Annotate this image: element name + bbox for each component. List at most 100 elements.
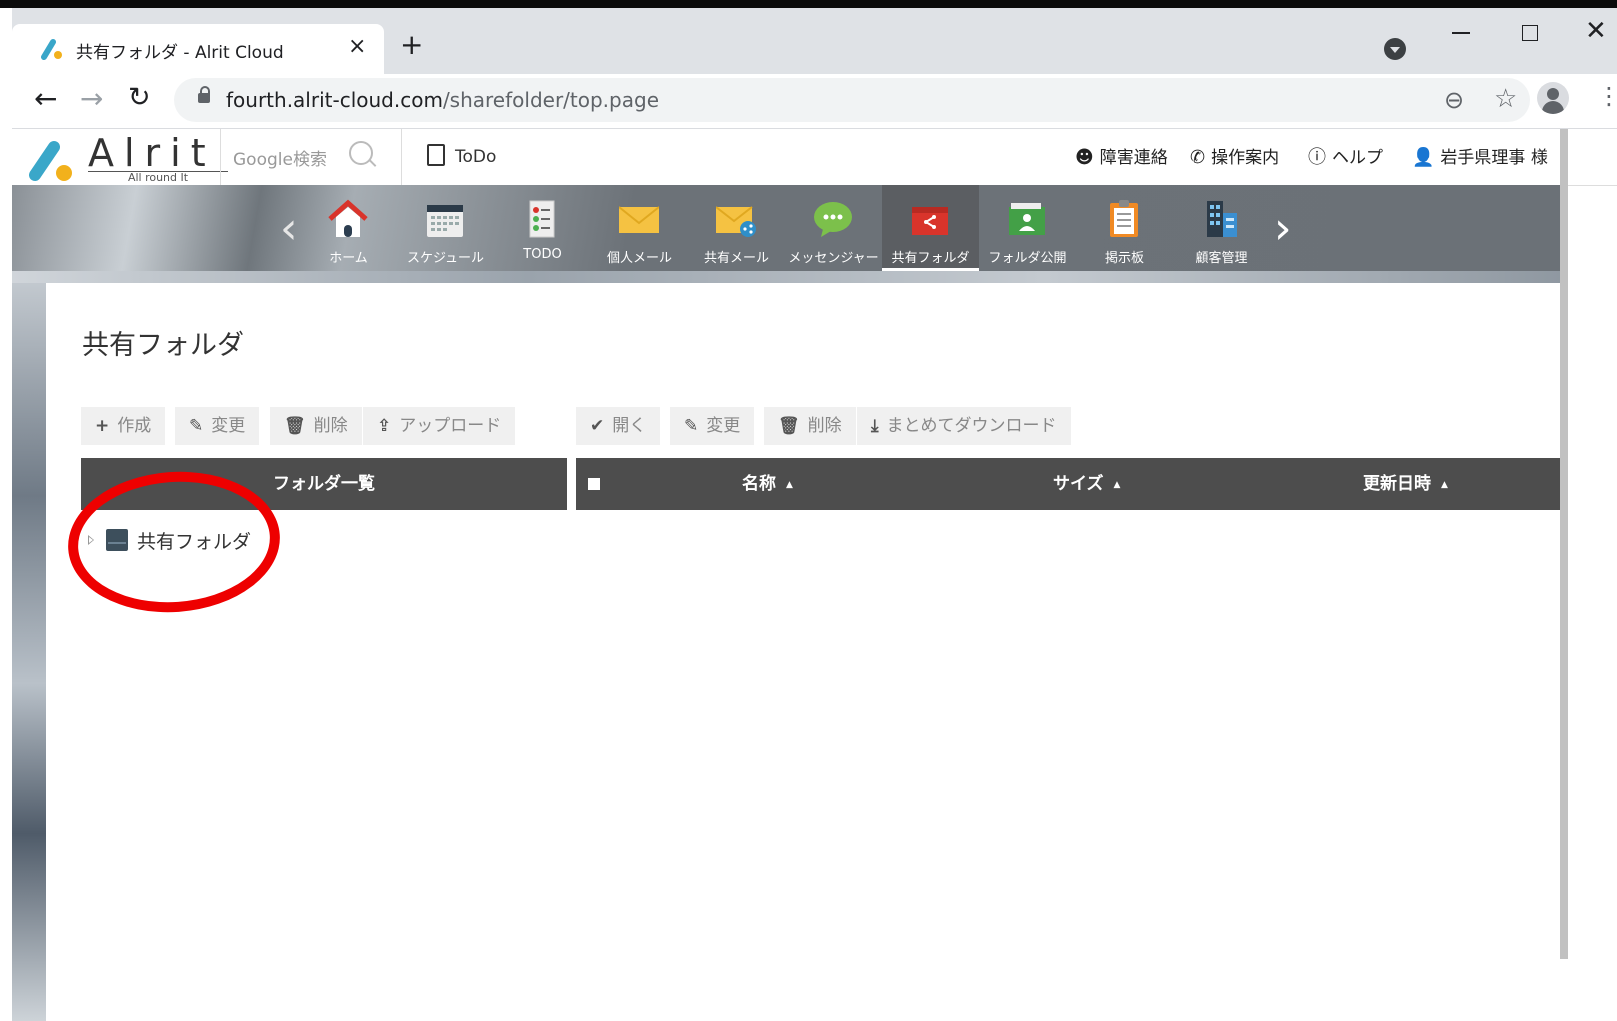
column-size-header[interactable]: サイズ ▲: [1053, 458, 1120, 511]
nav-label: スケジュール: [406, 251, 485, 266]
column-size-label: サイズ: [1053, 474, 1104, 494]
alrit-logo[interactable]: Alrit All round It: [26, 131, 228, 184]
alrit-logo-mark-icon: [29, 141, 72, 181]
forward-arrow-icon[interactable]: →: [80, 82, 103, 115]
download-icon: ⤓: [871, 416, 879, 436]
column-name-header[interactable]: 名称 ▲: [742, 458, 793, 511]
chat-bubble-icon: [814, 202, 852, 237]
new-tab-button[interactable]: +: [400, 30, 423, 60]
guide-link[interactable]: ✆ 操作案内: [1190, 143, 1279, 168]
page-title: 共有フォルダ: [82, 330, 244, 361]
lock-icon: [198, 86, 210, 103]
nav-item-bulletin-board[interactable]: 掲示板: [1076, 185, 1173, 271]
create-label: 作成: [117, 416, 152, 436]
bookmark-star-icon[interactable]: ☆: [1494, 84, 1517, 114]
clipboard-icon: [1110, 200, 1138, 237]
url-host: fourth.alrit-cloud.com: [226, 88, 443, 112]
nav-label: TODO: [523, 247, 562, 262]
nav-item-customer-management[interactable]: 顧客管理: [1173, 185, 1270, 271]
nav-label: 共有メール: [703, 251, 769, 266]
app-nav-bar: ‹ ホーム スケジュール TODO 個人メール 共有メール メッセンジャー 共有…: [12, 185, 1560, 271]
nav-item-folder-publish[interactable]: フォルダ公開: [979, 185, 1076, 271]
delete-folder-button[interactable]: 🗑 削除: [270, 407, 362, 445]
url-path: /sharefolder/top.page: [442, 88, 659, 112]
column-updated-header[interactable]: 更新日時 ▲: [1363, 458, 1448, 511]
file-list-header: 名称 ▲ サイズ ▲ 更新日時 ▲: [576, 458, 1560, 510]
guide-label: 操作案内: [1211, 148, 1280, 168]
nav-next-arrow-icon[interactable]: ›: [1274, 203, 1292, 254]
user-name: 岩手県理事 様: [1440, 148, 1548, 168]
google-search-box[interactable]: Google検索: [220, 129, 402, 185]
logo-text: Alrit: [88, 131, 216, 175]
create-folder-button[interactable]: + 作成: [81, 407, 166, 445]
app-header: Alrit All round It Google検索 ToDo ☻ 障害連絡 ✆…: [12, 129, 1617, 186]
nav-label: 掲示板: [1104, 251, 1144, 266]
upload-icon: ⇪: [377, 416, 392, 436]
support-contact-link[interactable]: ☻ 障害連絡: [1075, 143, 1168, 168]
background-image-strip: [12, 271, 1560, 283]
logo-subtitle: All round It: [88, 171, 228, 184]
nav-label: 共有フォルダ: [891, 251, 970, 266]
google-search-input[interactable]: Google検索: [233, 145, 327, 170]
nav-item-home[interactable]: ホーム: [300, 185, 397, 271]
nav-item-schedule[interactable]: スケジュール: [397, 185, 494, 271]
page-scrollbar[interactable]: [1560, 129, 1568, 959]
edit-file-button[interactable]: ✎ 変更: [670, 407, 755, 445]
background-image: [12, 271, 46, 1021]
edit-label: 変更: [211, 416, 246, 436]
back-arrow-icon[interactable]: ←: [34, 82, 57, 115]
help-label: ヘルプ: [1332, 148, 1383, 168]
url-input[interactable]: fourth.alrit-cloud.com/sharefolder/top.p…: [174, 78, 1530, 122]
edit-folder-button[interactable]: ✎ 変更: [175, 407, 260, 445]
nav-item-todo[interactable]: TODO: [494, 185, 591, 271]
alrit-favicon-icon: [41, 39, 62, 60]
open-label: 開く: [612, 416, 647, 436]
nav-item-personal-mail[interactable]: 個人メール: [591, 185, 688, 271]
bulk-download-button[interactable]: ⤓ まとめてダウンロード: [857, 407, 1071, 445]
nav-item-shared-mail[interactable]: 共有メール: [688, 185, 785, 271]
reload-icon[interactable]: ↻: [128, 82, 151, 113]
zoom-out-icon[interactable]: ⊖: [1444, 86, 1464, 114]
select-all-checkbox[interactable]: [588, 478, 600, 490]
browser-menu-icon[interactable]: ⋮: [1597, 82, 1617, 110]
pencil-icon: ✎: [189, 416, 204, 436]
column-name-label: 名称: [742, 474, 776, 494]
minimize-icon[interactable]: [1452, 32, 1470, 34]
home-icon: [328, 199, 368, 237]
calendar-icon: [427, 205, 463, 237]
profile-avatar-icon[interactable]: [1537, 82, 1569, 114]
support-agent-icon: ☻: [1075, 147, 1094, 168]
url-text: fourth.alrit-cloud.com/sharefolder/top.p…: [226, 88, 659, 112]
open-button[interactable]: ✔ 開く: [576, 407, 661, 445]
user-menu[interactable]: 👤 岩手県理事 様: [1412, 143, 1548, 168]
upload-label: アップロード: [399, 416, 502, 436]
nav-prev-arrow-icon[interactable]: ‹: [280, 203, 298, 254]
nav-item-shared-folder[interactable]: 共有フォルダ: [882, 185, 979, 271]
mail-icon: [619, 206, 659, 233]
todo-label: ToDo: [455, 147, 497, 167]
shared-mail-icon: [716, 206, 756, 237]
address-bar: ← → ↻ fourth.alrit-cloud.com/sharefolder…: [12, 74, 1617, 129]
tab-title: 共有フォルダ - Alrit Cloud: [76, 43, 284, 63]
sort-arrow-icon: ▲: [786, 480, 793, 490]
help-link[interactable]: ⓘ ヘルプ: [1308, 143, 1383, 169]
browser-tab[interactable]: 共有フォルダ - Alrit Cloud ×: [12, 24, 384, 74]
edit-file-label: 変更: [706, 416, 741, 436]
screen-top-edge: [0, 0, 1617, 8]
upload-button[interactable]: ⇪ アップロード: [363, 407, 516, 445]
building-icon: [1207, 201, 1237, 237]
tab-search-icon[interactable]: [1384, 38, 1406, 60]
todo-link[interactable]: ToDo: [427, 144, 496, 167]
column-updated-label: 更新日時: [1363, 474, 1431, 494]
public-folder-icon: [1009, 203, 1045, 235]
tab-close-icon[interactable]: ×: [348, 34, 366, 59]
window-close-icon[interactable]: ✕: [1585, 16, 1607, 46]
search-icon[interactable]: [349, 141, 373, 165]
check-icon: ✔: [590, 416, 605, 436]
delete-file-button[interactable]: 🗑 削除: [764, 407, 856, 445]
nav-label: 顧客管理: [1195, 251, 1248, 266]
maximize-icon[interactable]: [1522, 25, 1538, 41]
nav-label: 個人メール: [606, 251, 672, 266]
nav-item-messenger[interactable]: メッセンジャー: [785, 185, 882, 271]
trash-icon: 🗑: [284, 416, 306, 436]
